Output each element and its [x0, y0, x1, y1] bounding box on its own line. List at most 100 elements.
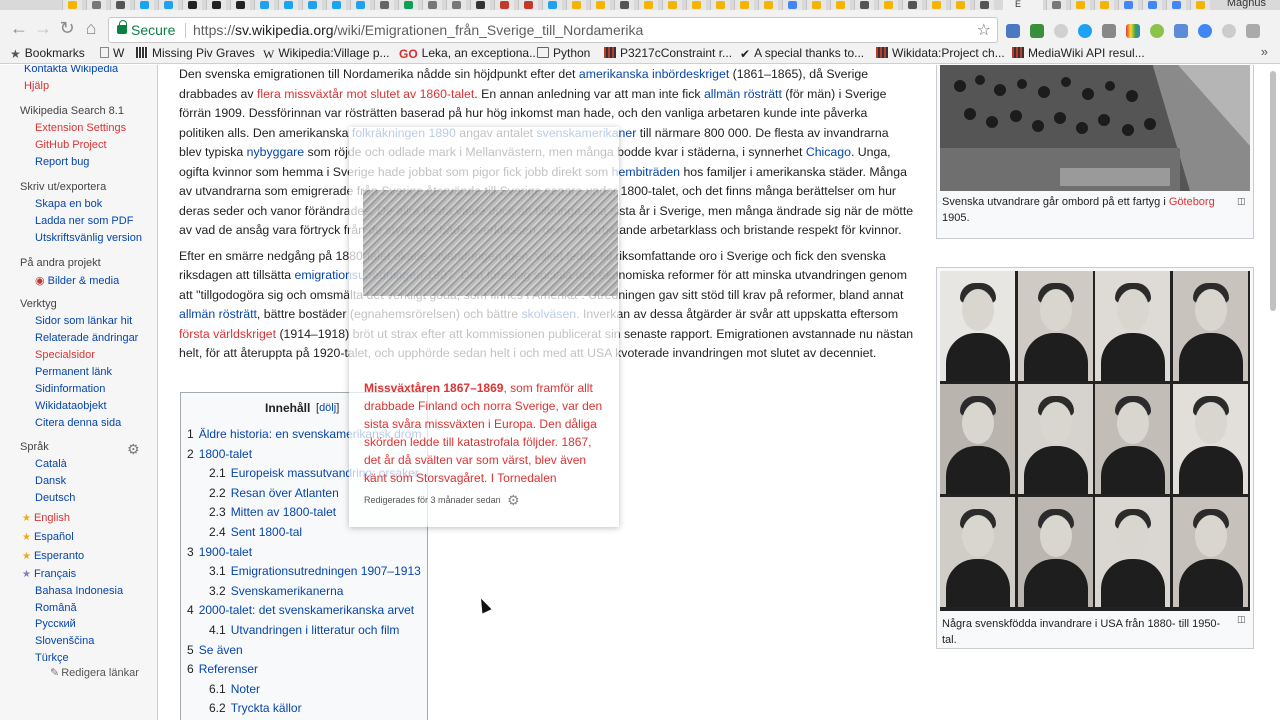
- enlarge-icon[interactable]: ◫: [1237, 614, 1246, 625]
- scrollbar-thumb[interactable]: [1270, 71, 1276, 311]
- browser-tab[interactable]: [542, 0, 562, 10]
- browser-tab[interactable]: [446, 0, 466, 10]
- browser-tab[interactable]: [662, 0, 682, 10]
- bookmarks-menu[interactable]: ★ Bookmarks: [10, 46, 85, 61]
- toc-entry[interactable]: 2.3 Mitten av 1800-talet: [209, 505, 336, 519]
- url-text[interactable]: https://sv.wikipedia.org/wiki/Emigration…: [193, 22, 643, 38]
- sidebar-item-page-info[interactable]: Sidinformation: [35, 383, 105, 395]
- sidebar-item-contact[interactable]: Kontakta Wikipedia: [24, 65, 118, 75]
- browser-tab[interactable]: [638, 0, 658, 10]
- sidebar-item-lang-sl[interactable]: Slovenščina: [35, 635, 94, 647]
- extension-icon[interactable]: [1030, 24, 1044, 38]
- browser-tab[interactable]: [494, 0, 514, 10]
- browser-tab[interactable]: [62, 0, 82, 10]
- toc-hide-link[interactable]: dölj: [319, 402, 336, 414]
- extension-icon[interactable]: [1126, 24, 1140, 38]
- sidebar-item-lang-es[interactable]: ★ Español: [22, 531, 74, 543]
- browser-tab[interactable]: [326, 0, 346, 10]
- browser-tab[interactable]: [374, 0, 394, 10]
- sidebar-item-lang-de[interactable]: Deutsch: [35, 492, 75, 504]
- browser-tab[interactable]: [854, 0, 874, 10]
- extension-icon[interactable]: [1102, 24, 1116, 38]
- browser-tab[interactable]: [830, 0, 850, 10]
- sidebar-item-extension-settings[interactable]: Extension Settings: [35, 122, 126, 134]
- toc-entry[interactable]: 3.2 Svenskamerikanerna: [209, 584, 343, 598]
- browser-tab[interactable]: [974, 0, 994, 10]
- browser-tab[interactable]: [902, 0, 922, 10]
- extension-icon[interactable]: [1054, 24, 1068, 38]
- sidebar-item-lang-ro[interactable]: Română: [35, 602, 77, 614]
- gear-icon[interactable]: ⚙: [507, 492, 520, 509]
- toc-entry[interactable]: 5 Se även: [187, 643, 243, 657]
- browser-tab[interactable]: [1166, 0, 1186, 10]
- sidebar-item-related-changes[interactable]: Relaterade ändringar: [35, 332, 138, 344]
- browser-tab[interactable]: [470, 0, 490, 10]
- back-icon[interactable]: ←: [8, 18, 30, 40]
- extension-icon[interactable]: [1150, 24, 1164, 38]
- sidebar-item-wikidata-item[interactable]: Wikidataobjekt: [35, 400, 107, 412]
- toc-entry[interactable]: 2.4 Sent 1800-tal: [209, 525, 302, 539]
- bookmark-item[interactable]: Wikidata:Project ch...: [876, 46, 1005, 60]
- bookmark-item[interactable]: W: [100, 46, 124, 60]
- browser-tab[interactable]: [134, 0, 154, 10]
- bookmark-item[interactable]: W Wikipedia:Village p...: [263, 46, 390, 61]
- twitter-icon[interactable]: [1078, 24, 1092, 38]
- browser-tab[interactable]: [518, 0, 538, 10]
- menu-icon[interactable]: [1246, 24, 1260, 38]
- browser-tab[interactable]: [158, 0, 178, 10]
- article-link[interactable]: nybyggare: [247, 145, 304, 159]
- bookmark-folder[interactable]: Python: [537, 46, 590, 60]
- sidebar-item-create-book[interactable]: Skapa en bok: [35, 198, 102, 210]
- sidebar-item-lang-en[interactable]: ★ English: [22, 512, 70, 524]
- bookmark-item[interactable]: Missing Piv Graves: [136, 46, 255, 60]
- browser-tab[interactable]: [86, 0, 106, 10]
- sidebar-item-report-bug[interactable]: Report bug: [35, 156, 89, 168]
- browser-tab[interactable]: [758, 0, 778, 10]
- browser-tab[interactable]: [686, 0, 706, 10]
- more-bookmarks-icon[interactable]: »: [1261, 44, 1268, 59]
- browser-tab[interactable]: [950, 0, 970, 10]
- browser-tab[interactable]: [110, 0, 130, 10]
- sidebar-item-cite-page[interactable]: Citera denna sida: [35, 417, 121, 429]
- gear-icon[interactable]: ⚙: [127, 441, 140, 458]
- sidebar-item-lang-ru[interactable]: Русский: [35, 618, 76, 630]
- toc-entry[interactable]: 6 Referenser: [187, 662, 258, 676]
- browser-tab[interactable]: [206, 0, 226, 10]
- sidebar-item-lang-ca[interactable]: Català: [35, 458, 67, 470]
- article-link[interactable]: allmän rösträtt: [179, 307, 257, 321]
- bookmark-item[interactable]: P3217cConstraint r...: [604, 46, 732, 60]
- browser-tab[interactable]: [1142, 0, 1162, 10]
- browser-tab[interactable]: [782, 0, 802, 10]
- bookmark-star-icon[interactable]: ☆: [977, 20, 991, 40]
- sidebar-item-help[interactable]: Hjälp: [24, 80, 49, 92]
- sidebar-item-lang-eo[interactable]: ★ Esperanto: [22, 550, 84, 562]
- extension-icon[interactable]: [1174, 24, 1188, 38]
- page-scrollbar[interactable]: [1266, 65, 1280, 720]
- sidebar-item-what-links-here[interactable]: Sidor som länkar hit: [35, 315, 132, 327]
- toc-entry[interactable]: 2.2 Resan över Atlanten: [209, 486, 339, 500]
- link-preview-popup[interactable]: Missväxtåren 1867–1869, som framför allt…: [349, 127, 619, 527]
- sidebar-item-github-project[interactable]: GitHub Project: [35, 139, 107, 151]
- sidebar-item-special-pages[interactable]: Specialsidor: [35, 349, 95, 361]
- browser-tab[interactable]: [350, 0, 370, 10]
- toc-entry[interactable]: 2 1800-talet: [187, 447, 252, 461]
- sidebar-item-download-pdf[interactable]: Ladda ner som PDF: [35, 215, 133, 227]
- toc-entry[interactable]: 6.2 Tryckta källor: [209, 701, 302, 715]
- browser-tab[interactable]: [230, 0, 250, 10]
- sidebar-item-permanent-link[interactable]: Permanent länk: [35, 366, 112, 378]
- browser-tab[interactable]: [806, 0, 826, 10]
- toc-toggle[interactable]: [dölj]: [316, 402, 339, 414]
- active-browser-tab[interactable]: E: [1003, 0, 1043, 10]
- article-link[interactable]: Chicago: [806, 145, 851, 159]
- browser-tab[interactable]: [1070, 0, 1090, 10]
- article-link[interactable]: allmän rösträtt: [704, 87, 782, 101]
- browser-tab[interactable]: [1046, 0, 1066, 10]
- sidebar-item-lang-tr[interactable]: Türkçe: [35, 652, 69, 664]
- article-link[interactable]: hembiträden: [612, 165, 680, 179]
- caption-link-goteborg[interactable]: Göteborg: [1169, 196, 1215, 208]
- edit-links[interactable]: ✎ Redigera länkar: [50, 666, 139, 679]
- browser-tab[interactable]: [926, 0, 946, 10]
- sidebar-item-lang-id[interactable]: Bahasa Indonesia: [35, 585, 123, 597]
- bookmark-item[interactable]: ✔ A special thanks to...: [740, 46, 864, 61]
- sidebar-item-lang-da[interactable]: Dansk: [35, 475, 66, 487]
